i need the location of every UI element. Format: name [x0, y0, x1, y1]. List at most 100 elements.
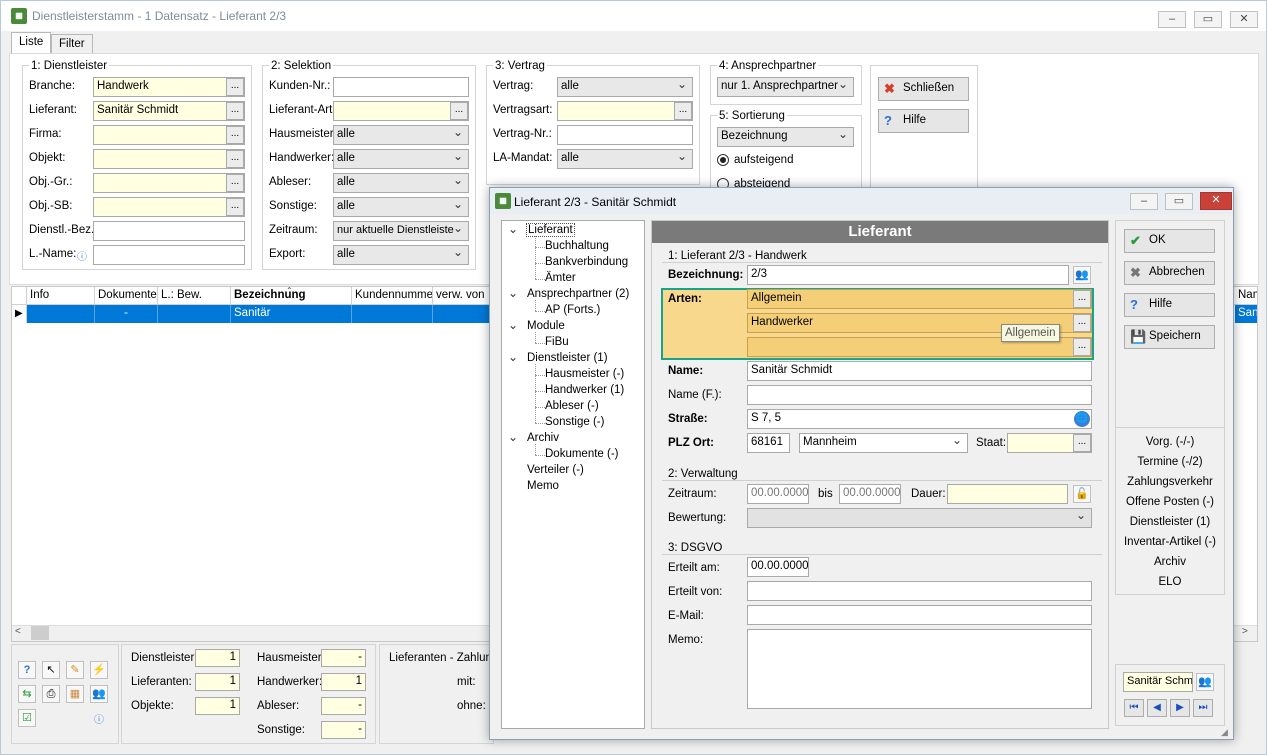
sort-asc-radio[interactable] [717, 154, 729, 166]
contacts-icon[interactable]: 👥 [1073, 266, 1091, 284]
name-f-field[interactable] [747, 385, 1092, 405]
objekt-browse-button[interactable]: ... [226, 150, 244, 168]
zeitraum-bis-field[interactable]: 00.00.0000 [839, 484, 901, 504]
objekt-field[interactable] [93, 149, 245, 169]
schliessen-button[interactable]: ✖ Schließen [878, 77, 969, 101]
branche-browse-button[interactable]: ... [226, 78, 244, 96]
print-icon[interactable]: ⎙ [42, 685, 60, 703]
handwerker-select[interactable]: alle [333, 149, 469, 169]
bewertung-select[interactable] [747, 508, 1092, 528]
plz-field[interactable]: 68161 [747, 433, 790, 453]
firma-browse-button[interactable]: ... [226, 126, 244, 144]
close-window-button[interactable]: ✕ [1230, 11, 1258, 28]
record-contacts-icon[interactable]: 👥 [1196, 673, 1214, 691]
side-offene-posten[interactable]: Offene Posten (-) [1116, 496, 1224, 508]
dienstlbez-field[interactable] [93, 221, 245, 241]
kundennr-field[interactable] [333, 77, 469, 97]
arten2-browse-button[interactable]: ... [1073, 314, 1091, 332]
prev-record-button[interactable]: ◀ [1147, 699, 1167, 717]
info-small-icon[interactable]: ⓘ [94, 711, 104, 726]
next-record-button[interactable]: ▶ [1170, 699, 1190, 717]
export-select[interactable]: alle [333, 245, 469, 265]
abbrechen-button[interactable]: ✖ Abbrechen [1124, 261, 1215, 285]
lock-icon[interactable]: 🔓 [1073, 485, 1091, 503]
side-vorgaenge[interactable]: Vorg. (-/-) [1116, 436, 1224, 448]
lightning-icon[interactable]: ⚡ [90, 661, 108, 679]
tab-liste[interactable]: Liste [11, 32, 52, 54]
dialog-maximize-button[interactable]: ▭ [1165, 193, 1193, 210]
minimize-button[interactable]: ‒ [1158, 11, 1186, 28]
staat-browse-button[interactable]: ... [1073, 434, 1091, 452]
col-info[interactable]: Info [27, 287, 95, 305]
side-termine[interactable]: Termine (-/2) [1116, 456, 1224, 468]
col-verw-von[interactable]: verw. von [433, 287, 491, 305]
side-elo[interactable]: ELO [1116, 576, 1224, 588]
hausmeister-select[interactable]: alle [333, 125, 469, 145]
scroll-thumb[interactable] [31, 626, 49, 640]
vertrag-select[interactable]: alle [557, 77, 693, 97]
strasse-field[interactable]: S 7, 5 [747, 409, 1092, 429]
expand-chevron-icon[interactable]: ⌄ [508, 286, 518, 300]
dialog-minimize-button[interactable]: ‒ [1130, 193, 1158, 210]
dauer-field[interactable] [947, 484, 1068, 504]
zeitraum-select[interactable]: nur aktuelle Dienstleiste [333, 221, 469, 241]
expand-chevron-icon[interactable]: ⌄ [508, 430, 518, 444]
col-bewertung[interactable]: L.: Bew. [158, 287, 231, 305]
sortierung-select[interactable]: Bezeichnung [717, 127, 854, 147]
info-icon[interactable]: ⓘ [77, 248, 87, 263]
arten1-browse-button[interactable]: ... [1073, 290, 1091, 308]
side-inventar[interactable]: Inventar-Artikel (-) [1116, 536, 1224, 548]
side-archiv[interactable]: Archiv [1116, 556, 1224, 568]
erteilt-am-field[interactable]: 00.00.0000 [747, 557, 809, 577]
tab-filter[interactable]: Filter [51, 34, 93, 54]
resize-grip-icon[interactable]: ◢ [1221, 727, 1228, 738]
grid-tool-icon[interactable]: ▦ [66, 685, 84, 703]
email-field[interactable] [747, 605, 1092, 625]
col-dokumente[interactable]: Dokumente [95, 287, 158, 305]
memo-field[interactable] [747, 629, 1092, 709]
ableser-select[interactable]: alle [333, 173, 469, 193]
expand-chevron-icon[interactable]: ⌄ [508, 318, 518, 332]
side-zahlungsverkehr[interactable]: Zahlungsverkehr [1116, 476, 1224, 488]
objgr-browse-button[interactable]: ... [226, 174, 244, 192]
objsb-browse-button[interactable]: ... [226, 198, 244, 216]
vertragnr-field[interactable] [557, 125, 693, 145]
pencil-icon[interactable]: ✎ [66, 661, 84, 679]
globe-icon[interactable]: 🌐 [1074, 411, 1090, 427]
lieferantart-field[interactable] [333, 101, 469, 121]
firma-field[interactable] [93, 125, 245, 145]
first-record-button[interactable]: ⏮ [1124, 699, 1144, 717]
dialog-close-button[interactable]: ✕ [1200, 192, 1232, 210]
lieferant-field[interactable]: Sanitär Schmidt [93, 101, 245, 121]
bezeichnung-field[interactable]: 2/3 [747, 265, 1069, 285]
cursor-icon[interactable]: ↖ [42, 661, 60, 679]
ort-select[interactable]: Mannheim [799, 433, 968, 453]
help-tool-icon[interactable]: ? [18, 661, 36, 679]
vertragsart-browse-button[interactable]: ... [674, 102, 692, 120]
arten3-browse-button[interactable]: ... [1073, 338, 1091, 356]
objsb-field[interactable] [93, 197, 245, 217]
expand-chevron-icon[interactable]: ⌄ [508, 350, 518, 364]
lieferant-browse-button[interactable]: ... [226, 102, 244, 120]
col-name[interactable]: Nam [1235, 287, 1257, 305]
erteilt-von-field[interactable] [747, 581, 1092, 601]
maximize-button[interactable]: ▭ [1194, 11, 1222, 28]
scroll-left-icon[interactable]: < [15, 626, 21, 637]
sonstige-select[interactable]: alle [333, 197, 469, 217]
lieferantart-browse-button[interactable]: ... [450, 102, 468, 120]
dialog-hilfe-button[interactable]: ? Hilfe [1124, 293, 1215, 317]
check-icon[interactable]: ☑ [18, 709, 36, 727]
expand-chevron-icon[interactable]: ⌄ [508, 222, 518, 236]
lname-field[interactable] [93, 245, 245, 265]
users-icon[interactable]: 👥 [90, 685, 108, 703]
refresh-icon[interactable]: ⇆ [18, 685, 36, 703]
last-record-button[interactable]: ⏭ [1193, 699, 1213, 717]
lamandat-select[interactable]: alle [557, 149, 693, 169]
scroll-right-icon[interactable]: > [1242, 626, 1248, 637]
hilfe-button[interactable]: ? Hilfe [878, 109, 969, 133]
arten-field-1[interactable]: Allgemein [747, 289, 1092, 309]
side-dienstleister[interactable]: Dienstleister (1) [1116, 516, 1224, 528]
name-field[interactable]: Sanitär Schmidt [747, 361, 1092, 381]
zeitraum-von-field[interactable]: 00.00.0000 [747, 484, 809, 504]
record-name-field[interactable]: Sanitär Schm [1123, 672, 1193, 692]
